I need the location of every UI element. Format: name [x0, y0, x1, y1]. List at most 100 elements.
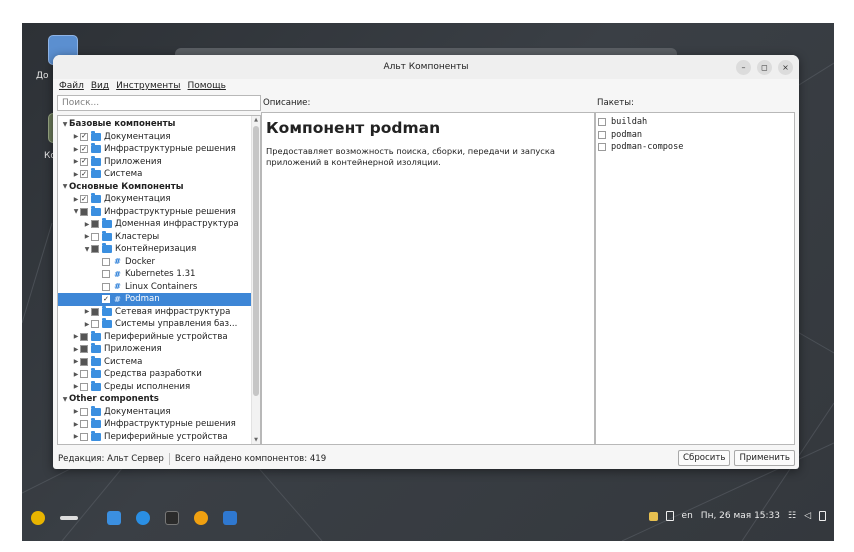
tree-row[interactable]: ▶ Документация	[58, 405, 252, 419]
tree-checkbox[interactable]	[80, 207, 88, 216]
tree-checkbox[interactable]	[91, 220, 99, 229]
tree-row[interactable]: ▶ Инфраструктурные решения	[58, 418, 252, 431]
tree-checkbox[interactable]	[91, 245, 99, 254]
menu-file[interactable]: Файл	[59, 81, 84, 91]
collapse-arrow-icon[interactable]: ▶	[72, 146, 80, 153]
scrollbar-thumb[interactable]	[253, 126, 259, 396]
close-button[interactable]: ×	[778, 60, 793, 75]
scroll-up-icon[interactable]: ▲	[252, 117, 260, 123]
search-input[interactable]	[57, 95, 261, 111]
tree-checkbox[interactable]	[80, 145, 88, 154]
tree-row[interactable]: ▶ Сетевая инфраструктура	[58, 305, 252, 319]
package-item[interactable]: buildah	[598, 116, 792, 129]
tree-checkbox[interactable]	[80, 407, 88, 416]
tree-row[interactable]: ▼ Базовые компоненты	[58, 118, 252, 131]
collapse-arrow-icon[interactable]: ▶	[83, 221, 91, 228]
tree-row[interactable]: # Linux Containers	[58, 281, 252, 294]
package-checkbox[interactable]	[598, 118, 606, 127]
tree-checkbox[interactable]	[80, 132, 88, 141]
tree-checkbox[interactable]	[102, 270, 110, 279]
tree-row[interactable]: ▶ Периферийные устройства	[58, 330, 252, 344]
tree-checkbox[interactable]	[80, 345, 88, 354]
tree-checkbox[interactable]	[91, 320, 99, 329]
battery-icon[interactable]	[819, 511, 826, 521]
collapse-arrow-icon[interactable]: ▶	[72, 408, 80, 415]
scroll-down-icon[interactable]: ▼	[252, 437, 260, 443]
tree-row[interactable]: ▶ Система	[58, 355, 252, 369]
tree-row[interactable]: ▶ Средства разработки	[58, 368, 252, 381]
package-item[interactable]: podman	[598, 129, 792, 142]
tree-row[interactable]: ▶ Приложения	[58, 155, 252, 169]
tree-checkbox[interactable]	[80, 157, 88, 166]
tree-row[interactable]: ▶ Документация	[58, 193, 252, 206]
tree-row[interactable]: ▶ Системы управления баз...	[58, 318, 252, 331]
tree-scrollbar[interactable]: ▲ ▼	[251, 116, 260, 444]
tree-checkbox[interactable]	[80, 170, 88, 179]
collapse-arrow-icon[interactable]: ▶	[72, 171, 80, 178]
app-menu-icon[interactable]	[31, 511, 45, 525]
tree-row[interactable]: ▶ Кластеры	[58, 230, 252, 244]
expand-arrow-icon[interactable]: ▼	[61, 121, 69, 128]
tree-row[interactable]: ▶ Инфраструктурные решения	[58, 143, 252, 156]
tree-row[interactable]: # Docker	[58, 256, 252, 269]
tree-checkbox[interactable]	[91, 232, 99, 241]
components-tree[interactable]: ▼Базовые компоненты▶Документация▶Инфраст…	[57, 115, 261, 445]
tree-row[interactable]: # Podman	[58, 293, 252, 306]
collapse-arrow-icon[interactable]: ▶	[72, 158, 80, 165]
tree-row[interactable]: # Kubernetes 1.31	[58, 268, 252, 281]
tree-checkbox[interactable]	[102, 282, 110, 291]
clock[interactable]: Пн, 26 мая 15:33	[701, 511, 780, 521]
titlebar[interactable]: Альт Компоненты – ◻ ×	[53, 55, 799, 79]
collapse-arrow-icon[interactable]: ▶	[72, 371, 80, 378]
menu-tools[interactable]: Инструменты	[116, 81, 180, 91]
tree-checkbox[interactable]	[80, 195, 88, 204]
keyboard-layout[interactable]: en	[682, 511, 693, 521]
network-icon[interactable]: ☷	[788, 511, 796, 521]
collapse-arrow-icon[interactable]: ▶	[72, 346, 80, 353]
browser-icon[interactable]	[136, 511, 150, 525]
apply-button[interactable]: Применить	[734, 450, 795, 466]
tree-checkbox[interactable]	[80, 332, 88, 341]
tree-row[interactable]: ▼ Контейнеризация	[58, 243, 252, 256]
file-manager-icon[interactable]	[107, 511, 121, 525]
collapse-arrow-icon[interactable]: ▶	[72, 333, 80, 340]
collapse-arrow-icon[interactable]: ▶	[83, 233, 91, 240]
expand-arrow-icon[interactable]: ▼	[61, 183, 69, 190]
expand-arrow-icon[interactable]: ▼	[83, 246, 91, 253]
menu-help[interactable]: Помощь	[188, 81, 226, 91]
workspaces-icon[interactable]	[60, 516, 78, 520]
volume-icon[interactable]: ◁	[804, 511, 811, 521]
tree-checkbox[interactable]	[80, 357, 88, 366]
tree-row[interactable]: ▶ Документация	[58, 130, 252, 144]
expand-arrow-icon[interactable]: ▼	[72, 208, 80, 215]
tree-checkbox[interactable]	[102, 295, 110, 304]
tree-row[interactable]: ▼ Основные Компоненты	[58, 181, 252, 194]
collapse-arrow-icon[interactable]: ▶	[72, 383, 80, 390]
package-item[interactable]: podman-compose	[598, 141, 792, 154]
settings-icon[interactable]	[194, 511, 208, 525]
menu-view[interactable]: Вид	[91, 81, 109, 91]
tree-checkbox[interactable]	[80, 432, 88, 441]
collapse-arrow-icon[interactable]: ▶	[83, 308, 91, 315]
tree-checkbox[interactable]	[102, 257, 110, 266]
tree-row[interactable]: ▶ Периферийные устройства	[58, 430, 252, 444]
components-app-icon[interactable]	[223, 511, 237, 525]
tree-row[interactable]: ▶ Система	[58, 168, 252, 181]
collapse-arrow-icon[interactable]: ▶	[72, 358, 80, 365]
tree-row[interactable]: ▼ Инфраструктурные решения	[58, 205, 252, 219]
tree-row[interactable]: ▶ Доменная инфраструктура	[58, 218, 252, 231]
tree-row[interactable]: ▶ Приложения	[58, 343, 252, 356]
package-checkbox[interactable]	[598, 143, 606, 152]
collapse-arrow-icon[interactable]: ▶	[83, 321, 91, 328]
tree-row[interactable]: ▶ Среды исполнения	[58, 380, 252, 394]
clipboard-icon[interactable]	[665, 511, 674, 521]
maximize-button[interactable]: ◻	[757, 60, 772, 75]
collapse-arrow-icon[interactable]: ▶	[72, 196, 80, 203]
tree-checkbox[interactable]	[80, 420, 88, 429]
collapse-arrow-icon[interactable]: ▶	[72, 421, 80, 428]
expand-arrow-icon[interactable]: ▼	[61, 396, 69, 403]
notes-icon[interactable]	[648, 511, 658, 521]
tree-checkbox[interactable]	[80, 382, 88, 391]
package-checkbox[interactable]	[598, 130, 606, 139]
collapse-arrow-icon[interactable]: ▶	[72, 433, 80, 440]
